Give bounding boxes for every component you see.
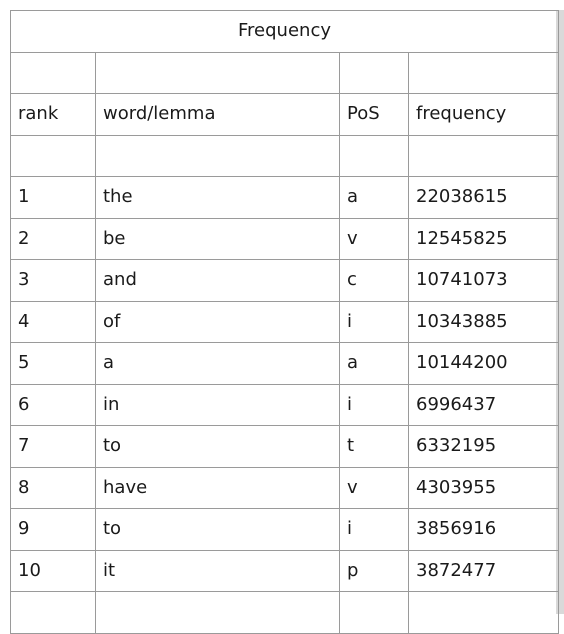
empty-cell[interactable] [95, 51, 340, 94]
empty-cell[interactable] [10, 591, 96, 634]
frequency-table: Frequency rank word/lemma PoS frequency [10, 10, 559, 634]
cell-pos[interactable]: v [339, 217, 409, 260]
cell-frequency[interactable]: 4303955 [408, 466, 559, 509]
title-row: Frequency [10, 10, 559, 53]
cell-pos[interactable]: a [339, 176, 409, 219]
empty-row [10, 134, 559, 177]
cell-pos[interactable]: i [339, 300, 409, 343]
empty-cell[interactable] [339, 134, 409, 177]
cell-pos[interactable]: a [339, 342, 409, 385]
header-pos[interactable]: PoS [339, 93, 409, 136]
table-row: 6 in i 6996437 [10, 383, 559, 426]
cell-rank[interactable]: 2 [10, 217, 96, 260]
frequency-sheet: Frequency rank word/lemma PoS frequency [10, 10, 559, 634]
cell-word[interactable]: in [95, 383, 340, 426]
empty-cell[interactable] [408, 51, 559, 94]
cell-frequency[interactable]: 10741073 [408, 259, 559, 302]
header-rank[interactable]: rank [10, 93, 96, 136]
cell-pos[interactable]: c [339, 259, 409, 302]
empty-row [10, 591, 559, 634]
empty-cell[interactable] [339, 591, 409, 634]
cell-rank[interactable]: 4 [10, 300, 96, 343]
cell-frequency[interactable]: 3872477 [408, 549, 559, 592]
table-row: 10 it p 3872477 [10, 549, 559, 592]
table-row: 9 to i 3856916 [10, 508, 559, 551]
cell-word[interactable]: the [95, 176, 340, 219]
empty-cell[interactable] [95, 134, 340, 177]
cell-frequency[interactable]: 3856916 [408, 508, 559, 551]
table-row: 5 a a 10144200 [10, 342, 559, 385]
cell-rank[interactable]: 1 [10, 176, 96, 219]
cell-rank[interactable]: 9 [10, 508, 96, 551]
cell-frequency[interactable]: 10144200 [408, 342, 559, 385]
cell-frequency[interactable]: 22038615 [408, 176, 559, 219]
empty-cell[interactable] [10, 134, 96, 177]
table-row: 4 of i 10343885 [10, 300, 559, 343]
cell-rank[interactable]: 5 [10, 342, 96, 385]
empty-cell[interactable] [95, 591, 340, 634]
table-title[interactable]: Frequency [10, 10, 559, 53]
cell-frequency[interactable]: 6996437 [408, 383, 559, 426]
cell-rank[interactable]: 3 [10, 259, 96, 302]
empty-row [10, 51, 559, 94]
cell-word[interactable]: and [95, 259, 340, 302]
cell-rank[interactable]: 7 [10, 425, 96, 468]
header-frequency[interactable]: frequency [408, 93, 559, 136]
cell-pos[interactable]: i [339, 383, 409, 426]
empty-cell[interactable] [408, 591, 559, 634]
cell-rank[interactable]: 8 [10, 466, 96, 509]
cell-rank[interactable]: 10 [10, 549, 96, 592]
table-row: 1 the a 22038615 [10, 176, 559, 219]
cell-word[interactable]: a [95, 342, 340, 385]
table-row: 2 be v 12545825 [10, 217, 559, 260]
cell-pos[interactable]: p [339, 549, 409, 592]
cell-frequency[interactable]: 12545825 [408, 217, 559, 260]
cell-word[interactable]: to [95, 508, 340, 551]
cell-word[interactable]: have [95, 466, 340, 509]
cell-rank[interactable]: 6 [10, 383, 96, 426]
cell-word[interactable]: be [95, 217, 340, 260]
cell-pos[interactable]: v [339, 466, 409, 509]
table-row: 3 and c 10741073 [10, 259, 559, 302]
empty-cell[interactable] [10, 51, 96, 94]
header-word-lemma[interactable]: word/lemma [95, 93, 340, 136]
table-row: 8 have v 4303955 [10, 466, 559, 509]
header-row: rank word/lemma PoS frequency [10, 93, 559, 136]
cell-word[interactable]: of [95, 300, 340, 343]
cell-word[interactable]: to [95, 425, 340, 468]
cell-pos[interactable]: t [339, 425, 409, 468]
cell-frequency[interactable]: 6332195 [408, 425, 559, 468]
empty-cell[interactable] [339, 51, 409, 94]
cell-word[interactable]: it [95, 549, 340, 592]
table-row: 7 to t 6332195 [10, 425, 559, 468]
cell-frequency[interactable]: 10343885 [408, 300, 559, 343]
cell-pos[interactable]: i [339, 508, 409, 551]
empty-cell[interactable] [408, 134, 559, 177]
